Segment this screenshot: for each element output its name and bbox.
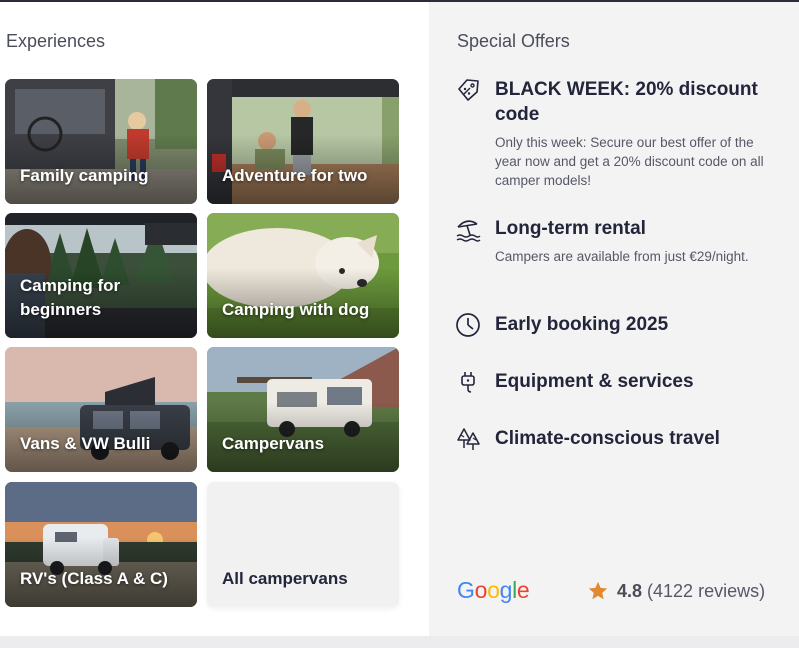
experiences-panel: Experiences Family camping Adventure for… <box>0 2 429 636</box>
star-icon <box>588 581 608 600</box>
experiences-heading: Experiences <box>6 31 106 51</box>
tile-rvs-class-a-c[interactable]: RV's (Class A & C) <box>5 482 197 607</box>
special-offers-panel: Special Offers BLACK WEEK: 20% discount … <box>429 2 799 636</box>
offer-description: Only this week: Secure our best offer of… <box>495 135 764 188</box>
offer-title: Long-term rental <box>495 218 646 239</box>
tile-camping-for-beginners[interactable]: Camping for beginners <box>5 213 197 338</box>
tile-label: Vans & VW Bulli <box>20 434 151 453</box>
tile-vans-vw-bulli[interactable]: Vans & VW Bulli <box>5 347 197 472</box>
tile-label: RV's (Class A & C) <box>20 569 168 588</box>
clock-icon <box>456 313 480 337</box>
tile-label: Adventure for two <box>222 166 368 185</box>
tile-label: Camping with dog <box>222 300 370 319</box>
offer-early-booking[interactable]: Early booking 2025 <box>455 312 783 337</box>
tile-campervans[interactable]: Campervans <box>207 347 399 472</box>
tile-camping-with-dog[interactable]: Camping with dog <box>207 213 399 338</box>
tile-family-camping[interactable]: Family camping <box>5 79 197 204</box>
offer-black-week[interactable]: BLACK WEEK: 20% discount code Only this … <box>455 77 783 190</box>
tag-percent-icon <box>458 79 479 101</box>
tile-label: All campervans <box>222 569 348 588</box>
tile-label: Campervans <box>222 434 325 453</box>
offer-equipment-services[interactable]: Equipment & services <box>455 369 783 394</box>
tile-label: Family camping <box>20 166 149 185</box>
special-offers-heading: Special Offers <box>457 31 570 51</box>
google-rating[interactable]: 4.8 (4122 reviews) <box>587 580 765 602</box>
offer-title: Early booking 2025 <box>495 314 669 335</box>
offer-title: Climate-conscious travel <box>495 428 720 449</box>
tile-all-campervans[interactable]: All campervans <box>207 482 399 607</box>
tile-label: Camping for beginners <box>20 276 121 319</box>
beach-umbrella-icon <box>456 220 481 242</box>
offer-long-term-rental[interactable]: Long-term rental Campers are available f… <box>455 216 783 266</box>
plug-icon <box>461 372 475 393</box>
offer-title: BLACK WEEK: 20% discount code <box>495 79 758 125</box>
trees-icon <box>457 428 480 450</box>
rating-score: 4.8 <box>617 580 643 601</box>
tile-adventure-for-two[interactable]: Adventure for two <box>207 79 399 204</box>
google-logo: Google <box>457 577 530 603</box>
review-count: (4122 reviews) <box>647 580 766 601</box>
offer-climate-conscious[interactable]: Climate-conscious travel <box>455 426 783 451</box>
offer-title: Equipment & services <box>495 371 694 392</box>
offer-description: Campers are available from just €29/nigh… <box>495 249 749 264</box>
